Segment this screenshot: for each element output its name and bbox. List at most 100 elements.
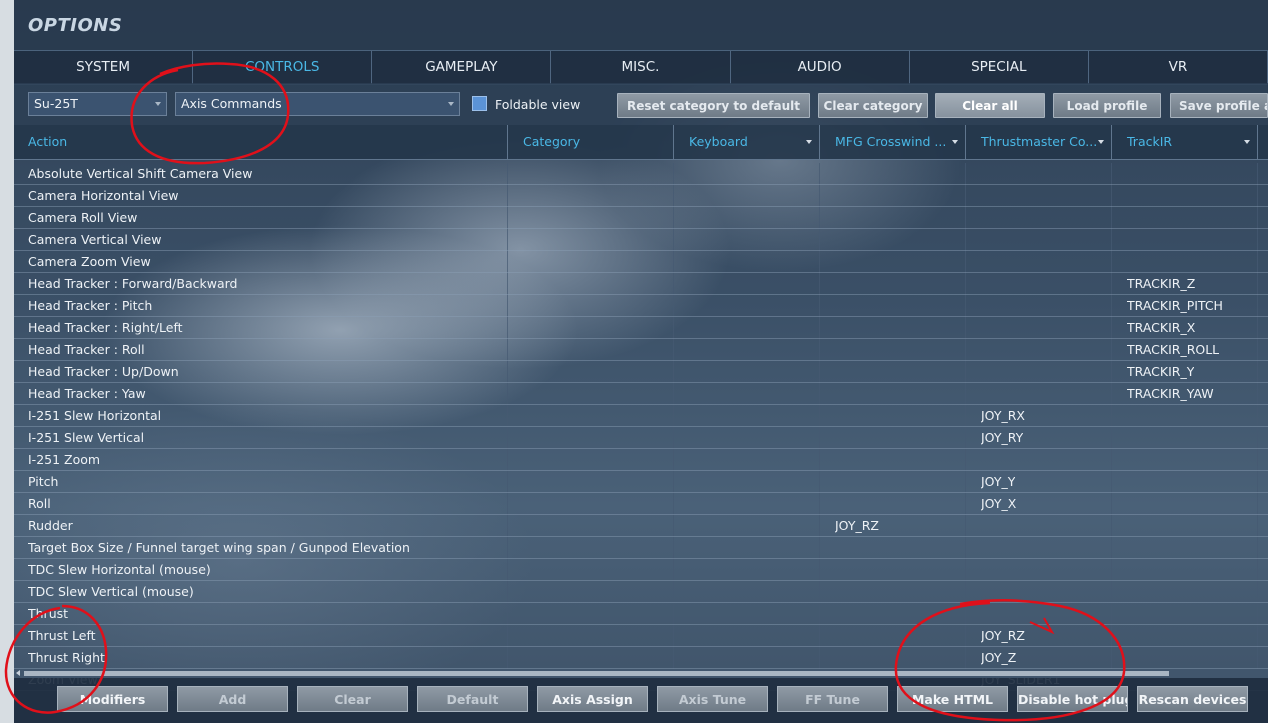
table-row[interactable]: Camera Vertical View: [14, 229, 1268, 251]
tab-system[interactable]: SYSTEM: [14, 51, 194, 84]
table-row[interactable]: Camera Horizontal View: [14, 185, 1268, 207]
tab-controls[interactable]: CONTROLS: [193, 51, 373, 84]
column-header-label: Category: [523, 134, 581, 149]
window-edge: [0, 0, 14, 723]
modifiers-button[interactable]: Modifiers: [57, 686, 168, 712]
table-row[interactable]: Thrust Right JOY_Z: [14, 647, 1268, 669]
trackir-binding-cell[interactable]: TRACKIR_PITCH: [1127, 295, 1223, 316]
table-row[interactable]: TDC Slew Vertical (mouse): [14, 581, 1268, 603]
tab-misc[interactable]: MISC.: [551, 51, 731, 84]
thrustmaster-binding-cell[interactable]: JOY_Y: [981, 471, 1015, 492]
table-row[interactable]: TDC Slew Horizontal (mouse): [14, 559, 1268, 581]
aircraft-select[interactable]: Su-25T: [28, 92, 167, 116]
thrustmaster-binding-cell[interactable]: JOY_Z: [981, 647, 1016, 668]
make-html-button[interactable]: Make HTML: [897, 686, 1008, 712]
bindings-table: Action Category Keyboard MFG Crosswind .…: [14, 125, 1268, 691]
tab-audio[interactable]: AUDIO: [731, 51, 910, 84]
column-header-label: Action: [28, 134, 68, 149]
column-header-thrustmaster[interactable]: Thrustmaster Co...: [966, 125, 1112, 159]
mfg-crosswind-binding-cell[interactable]: JOY_RZ: [835, 515, 879, 536]
action-cell: Thrust Left: [28, 628, 96, 643]
horizontal-scrollbar[interactable]: [14, 669, 1268, 678]
column-header-keyboard[interactable]: Keyboard: [674, 125, 820, 159]
table-row[interactable]: Pitch JOY_Y: [14, 471, 1268, 493]
table-body: Absolute Vertical Shift Camera View Camer…: [14, 163, 1268, 691]
trackir-binding-cell[interactable]: TRACKIR_Y: [1127, 361, 1194, 382]
action-cell: Head Tracker : Forward/Backward: [28, 276, 238, 291]
table-row[interactable]: Absolute Vertical Shift Camera View: [14, 163, 1268, 185]
scroll-left-arrow-icon[interactable]: [16, 670, 20, 676]
chevron-down-icon: [806, 140, 812, 144]
column-header-category[interactable]: Category: [508, 125, 674, 159]
table-row[interactable]: Rudder JOY_RZ: [14, 515, 1268, 537]
thrustmaster-binding-cell[interactable]: JOY_X: [981, 493, 1016, 514]
action-cell: Head Tracker : Up/Down: [28, 364, 179, 379]
axis-assign-button[interactable]: Axis Assign: [537, 686, 648, 712]
chevron-down-icon: [952, 140, 958, 144]
disable-hot-plug-button[interactable]: Disable hot plug: [1017, 686, 1128, 712]
action-cell: Thrust Right: [28, 650, 105, 665]
table-row[interactable]: Target Box Size / Funnel target wing spa…: [14, 537, 1268, 559]
rescan-devices-button[interactable]: Rescan devices: [1137, 686, 1248, 712]
trackir-binding-cell[interactable]: TRACKIR_X: [1127, 317, 1195, 338]
action-cell: I-251 Zoom: [28, 452, 101, 467]
chevron-down-icon: [1098, 140, 1104, 144]
load-profile-button[interactable]: Load profile: [1053, 93, 1161, 118]
tab-special[interactable]: SPECIAL: [910, 51, 1089, 84]
table-row[interactable]: Thrust: [14, 603, 1268, 625]
table-row[interactable]: I-251 Zoom: [14, 449, 1268, 471]
table-row[interactable]: I-251 Slew Vertical JOY_RY: [14, 427, 1268, 449]
chevron-down-icon: [448, 102, 454, 106]
action-cell: Camera Vertical View: [28, 232, 162, 247]
axis-tune-button[interactable]: Axis Tune: [657, 686, 768, 712]
table-row[interactable]: Head Tracker : Pitch TRACKIR_PITCH: [14, 295, 1268, 317]
add-button[interactable]: Add: [177, 686, 288, 712]
action-cell: Absolute Vertical Shift Camera View: [28, 166, 253, 181]
trackir-binding-cell[interactable]: TRACKIR_ROLL: [1127, 339, 1219, 360]
action-cell: I-251 Slew Horizontal: [28, 408, 162, 423]
category-select[interactable]: Axis Commands: [175, 92, 460, 116]
category-select-value: Axis Commands: [181, 96, 282, 111]
table-row[interactable]: Head Tracker : Forward/Backward TRACKIR_Z: [14, 273, 1268, 295]
reset-category-button[interactable]: Reset category to default: [617, 93, 810, 118]
column-header-trackir[interactable]: TrackIR: [1112, 125, 1258, 159]
thrustmaster-binding-cell[interactable]: JOY_RX: [981, 405, 1025, 426]
foldable-view-label: Foldable view: [495, 97, 581, 112]
chevron-down-icon: [155, 102, 161, 106]
action-cell: Roll: [28, 496, 51, 511]
table-row[interactable]: Head Tracker : Right/Left TRACKIR_X: [14, 317, 1268, 339]
default-button[interactable]: Default: [417, 686, 528, 712]
window-title: OPTIONS: [28, 15, 123, 36]
table-row[interactable]: Head Tracker : Up/Down TRACKIR_Y: [14, 361, 1268, 383]
action-cell: Head Tracker : Right/Left: [28, 320, 183, 335]
ff-tune-button[interactable]: FF Tune: [777, 686, 888, 712]
aircraft-select-value: Su-25T: [34, 96, 78, 111]
chevron-down-icon: [1244, 140, 1250, 144]
action-cell: Thrust: [28, 606, 69, 621]
tab-vr[interactable]: VR: [1089, 51, 1268, 84]
table-row[interactable]: Head Tracker : Yaw TRACKIR_YAW: [14, 383, 1268, 405]
action-cell: Camera Zoom View: [28, 254, 151, 269]
action-cell: Rudder: [28, 518, 73, 533]
table-row[interactable]: I-251 Slew Horizontal JOY_RX: [14, 405, 1268, 427]
trackir-binding-cell[interactable]: TRACKIR_Z: [1127, 273, 1195, 294]
table-row[interactable]: Head Tracker : Roll TRACKIR_ROLL: [14, 339, 1268, 361]
thrustmaster-binding-cell[interactable]: JOY_RZ: [981, 625, 1025, 646]
table-row[interactable]: Camera Roll View: [14, 207, 1268, 229]
column-header-label: Thrustmaster Co...: [981, 134, 1098, 149]
table-row[interactable]: Camera Zoom View: [14, 251, 1268, 273]
scrollbar-thumb[interactable]: [24, 671, 1169, 676]
clear-category-button[interactable]: Clear category: [818, 93, 928, 118]
trackir-binding-cell[interactable]: TRACKIR_YAW: [1127, 383, 1214, 404]
table-row[interactable]: Roll JOY_X: [14, 493, 1268, 515]
clear-all-button[interactable]: Clear all: [935, 93, 1045, 118]
save-profile-button[interactable]: Save profile as: [1170, 93, 1268, 118]
clear-button[interactable]: Clear: [297, 686, 408, 712]
column-header-action[interactable]: Action: [20, 125, 508, 159]
column-header-label: MFG Crosswind ...: [835, 134, 947, 149]
thrustmaster-binding-cell[interactable]: JOY_RY: [981, 427, 1023, 448]
tab-gameplay[interactable]: GAMEPLAY: [372, 51, 552, 84]
column-header-mfg-crosswind[interactable]: MFG Crosswind ...: [820, 125, 966, 159]
table-row[interactable]: Thrust Left JOY_RZ: [14, 625, 1268, 647]
foldable-view-checkbox[interactable]: [472, 96, 487, 111]
